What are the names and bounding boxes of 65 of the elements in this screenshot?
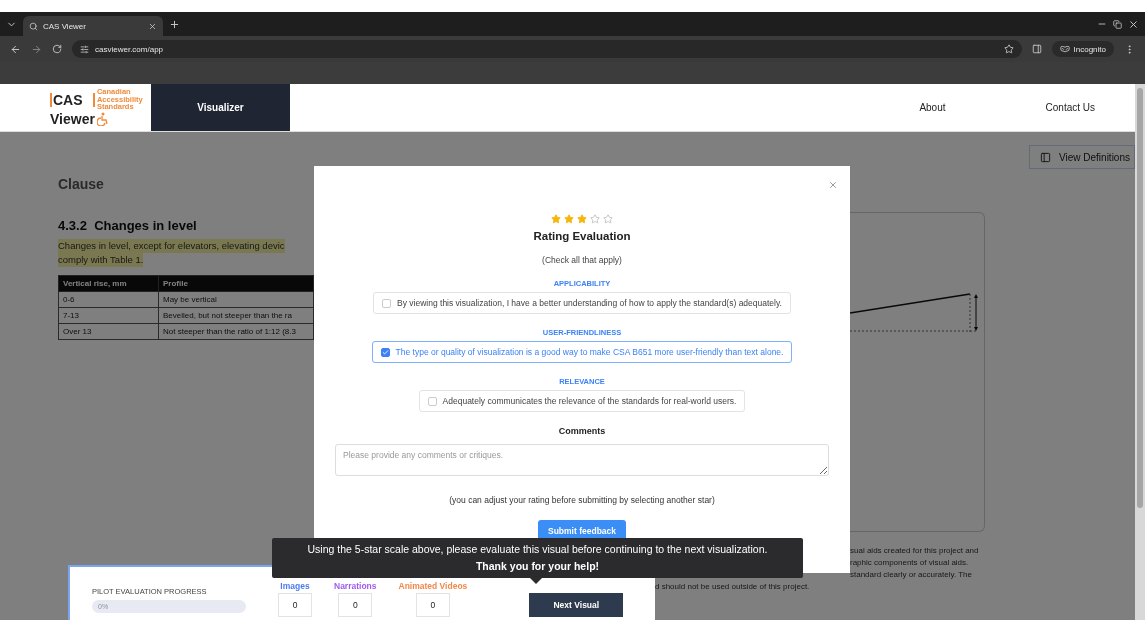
counter-value: 0	[338, 593, 373, 617]
table-cell: Over 13	[58, 323, 159, 340]
table-cell: Bevelled, but not steeper than the ra	[158, 307, 314, 324]
column-header: Profile	[158, 275, 314, 292]
star-icon[interactable]	[551, 214, 561, 224]
option-text: Adequately communicates the relevance of the standards for real-world users.	[442, 396, 737, 406]
counter-label: Images	[280, 581, 310, 591]
star-icon[interactable]	[590, 214, 600, 224]
counter-label: Narrations	[334, 581, 377, 591]
reload-icon[interactable]	[52, 44, 62, 54]
new-tab-icon[interactable]	[169, 18, 180, 30]
star-icon[interactable]	[1003, 44, 1014, 54]
table-cell: Not steeper than the ratio of 1:12 (8.3	[158, 323, 314, 340]
option-item[interactable]: By viewing this visualization, I have a better understanding of how to apply the standard(s) adequately.	[373, 292, 791, 314]
close-icon[interactable]	[148, 21, 157, 31]
nav-link[interactable]: Contact Us	[1045, 84, 1095, 131]
side-panel-icon[interactable]	[1031, 44, 1042, 54]
back-icon[interactable]	[10, 43, 21, 55]
panel-icon	[1040, 151, 1052, 163]
section-heading: Clause	[58, 176, 105, 192]
star-icon[interactable]	[564, 214, 574, 224]
profile-button[interactable]: Incognito	[1051, 41, 1114, 57]
incognito-icon	[1059, 44, 1070, 54]
column-header: Vertical rise, mm	[58, 275, 159, 292]
disclaimer-text: raphic components of visual aids.	[850, 557, 970, 569]
address-bar[interactable]: casviewer.com/app	[72, 40, 1022, 58]
option-item[interactable]: Adequately communicates the relevance of the standards for real-world users.	[418, 390, 746, 412]
disclaimer-text: standard clearly or accurately. The	[850, 569, 973, 581]
checkbox[interactable]	[382, 298, 392, 308]
comments-field[interactable]: Please provide any comments or critiques.	[335, 444, 829, 476]
close-icon[interactable]	[1128, 18, 1139, 30]
next-visual-button[interactable]: Next Visual	[529, 593, 624, 617]
comments-label: Comments	[558, 426, 606, 436]
counter-value: 0	[278, 593, 312, 617]
disclaimer-text: d should not be used outside of this project.	[655, 581, 811, 593]
browser-tab[interactable]: CAS Viewer	[23, 16, 163, 36]
clause-text: comply with Table 1.	[58, 253, 144, 267]
clause-text: Changes in level, except for elevators, elevating devic	[58, 239, 285, 253]
disclaimer-text: sual aids created for this project and	[850, 545, 980, 557]
counter-value: 0	[415, 593, 450, 617]
dialog-subtitle: (Check all that apply)	[542, 255, 622, 265]
hint-text: (you can adjust your rating before submitting by selecting another star)	[449, 495, 715, 505]
nav-tab[interactable]: Visualizer	[151, 84, 290, 131]
star-rating[interactable]	[551, 214, 613, 224]
checkbox[interactable]	[380, 347, 390, 357]
tooltip-text: Thank you for your help!	[475, 560, 600, 573]
counter-label: Animated Videos	[398, 581, 468, 591]
table-cell: 7-13	[58, 307, 159, 324]
option-text: The type or quality of visualization is a good way to make CSA B651 more user-friendly than text alone.	[395, 347, 784, 357]
site-settings-icon[interactable]	[80, 44, 89, 54]
tooltip-text: Using the 5-star scale above, please evaluate this visual before continuing to the next visualization.	[307, 543, 768, 556]
view-definitions-button[interactable]: View Definitions	[1029, 145, 1135, 169]
option-text: By viewing this visualization, I have a better understanding of how to apply the standard(s) adequately.	[397, 298, 782, 308]
table-cell: 0-6	[58, 291, 159, 308]
checkbox[interactable]	[427, 396, 437, 406]
clause-title: 4.3.2 Changes in level	[58, 218, 198, 233]
forward-icon[interactable]	[31, 43, 42, 55]
restore-icon[interactable]	[1113, 19, 1122, 29]
table-cell: May be vertical	[158, 291, 314, 308]
nav-link[interactable]: About	[919, 84, 946, 131]
star-icon[interactable]	[577, 214, 587, 224]
option-item[interactable]: The type or quality of visualization is a good way to make CSA B651 more user-friendly than text alone.	[371, 341, 793, 363]
star-icon[interactable]	[603, 214, 613, 224]
dialog-title: Rating Evaluation	[533, 230, 631, 242]
search-icon	[29, 21, 38, 31]
